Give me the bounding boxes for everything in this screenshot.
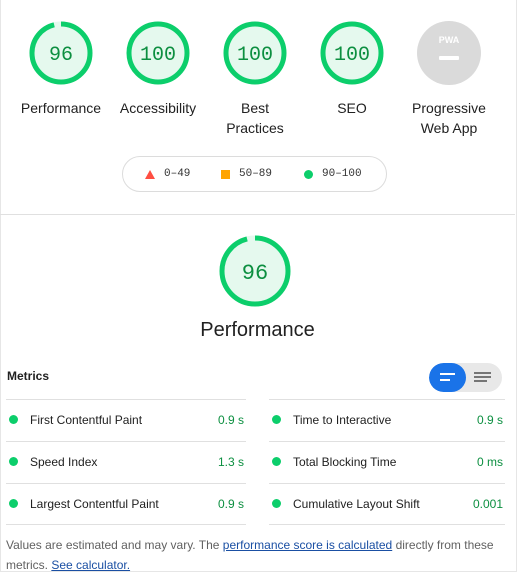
metric-value: 0.9 s <box>476 413 503 427</box>
gauge-performance-score: 96 <box>49 44 73 67</box>
metric-value: 0 ms <box>476 455 503 469</box>
gauge-accessibility-ring: 100 <box>126 21 190 85</box>
gauge-seo[interactable]: 100 SEO <box>303 20 401 118</box>
pass-dot-icon <box>9 499 18 508</box>
gauge-performance[interactable]: 96 Performance <box>12 20 110 118</box>
gauge-seo-label: SEO <box>337 100 367 116</box>
metric-cumulative-layout-shift: Cumulative Layout Shift 0.001 <box>269 483 505 524</box>
gauge-best-practices[interactable]: 100 Best Practices <box>206 20 304 138</box>
metrics-view-toggle[interactable] <box>429 363 502 392</box>
metric-time-to-interactive: Time to Interactive 0.9 s <box>269 399 505 440</box>
legend-good: 90–100 <box>304 168 362 180</box>
gauge-best-practices-ring: 100 <box>223 21 287 85</box>
metric-name: Time to Interactive <box>293 413 392 427</box>
text-lines-icon <box>474 372 491 374</box>
gauge-best-practices-score: 100 <box>237 44 273 67</box>
pwa-badge-icon: PWA <box>417 21 481 85</box>
legend-good-label: 90–100 <box>322 168 362 180</box>
metric-name: Cumulative Layout Shift <box>293 497 420 511</box>
performance-score-gauge: 96 <box>219 235 291 307</box>
circle-icon <box>304 169 313 179</box>
pass-dot-icon <box>9 457 18 466</box>
metrics-heading: Metrics <box>7 369 50 383</box>
metric-value: 0.9 s <box>217 413 244 427</box>
metrics-divider <box>6 524 246 525</box>
metric-value: 0.001 <box>472 497 503 511</box>
metric-name: Total Blocking Time <box>293 455 397 469</box>
square-icon <box>221 169 230 179</box>
metric-first-contentful-paint: First Contentful Paint 0.9 s <box>6 399 246 440</box>
pass-dot-icon <box>272 415 281 424</box>
category-gauges: 96 Performance 100 Accessibility 100 Bes… <box>0 0 515 215</box>
pass-dot-icon <box>272 499 281 508</box>
see-calculator-link[interactable]: See calculator. <box>51 558 130 572</box>
metric-speed-index: Speed Index 1.3 s <box>6 441 246 482</box>
metric-name: Speed Index <box>30 455 98 469</box>
metric-total-blocking-time: Total Blocking Time 0 ms <box>269 441 505 482</box>
score-calculation-link[interactable]: performance score is calculated <box>223 538 392 552</box>
metrics-disclaimer: Values are estimated and may vary. The p… <box>6 535 506 575</box>
metric-value: 0.9 s <box>217 497 244 511</box>
gauge-accessibility[interactable]: 100 Accessibility <box>109 20 207 118</box>
gauge-accessibility-label: Accessibility <box>119 100 197 116</box>
performance-score: 96 <box>242 261 268 286</box>
list-lines-icon <box>440 373 455 375</box>
compact-view-button[interactable] <box>429 363 466 392</box>
metrics-divider <box>269 524 505 525</box>
metric-value: 1.3 s <box>217 455 244 469</box>
legend-average-label: 50–89 <box>239 168 273 180</box>
score-scale-legend: 0–49 50–89 90–100 <box>122 156 387 192</box>
gauge-seo-score: 100 <box>334 44 370 67</box>
gauge-pwa-label: Progressive Web App <box>412 100 486 136</box>
metric-name: First Contentful Paint <box>30 413 143 427</box>
gauge-accessibility-score: 100 <box>140 44 176 67</box>
expanded-view-button[interactable] <box>466 363 502 392</box>
performance-title: Performance <box>200 319 315 341</box>
gauge-performance-ring: 96 <box>29 21 93 85</box>
gauge-pwa[interactable]: PWA Progressive Web App <box>400 20 498 138</box>
triangle-icon <box>145 169 155 179</box>
gauge-seo-ring: 100 <box>320 21 384 85</box>
gauge-best-practices-label: Best Practices <box>226 100 284 136</box>
legend-poor: 0–49 <box>145 168 190 180</box>
metric-largest-contentful-paint: Largest Contentful Paint 0.9 s <box>6 483 246 524</box>
legend-poor-label: 0–49 <box>164 168 191 180</box>
disclaimer-text: Values are estimated and may vary. The <box>6 538 220 552</box>
pass-dot-icon <box>272 457 281 466</box>
gauge-performance-label: Performance <box>20 100 102 116</box>
legend-average: 50–89 <box>221 168 272 180</box>
pass-dot-icon <box>9 415 18 424</box>
metric-name: Largest Contentful Paint <box>30 497 159 511</box>
pwa-badge-text: PWA <box>439 35 460 45</box>
